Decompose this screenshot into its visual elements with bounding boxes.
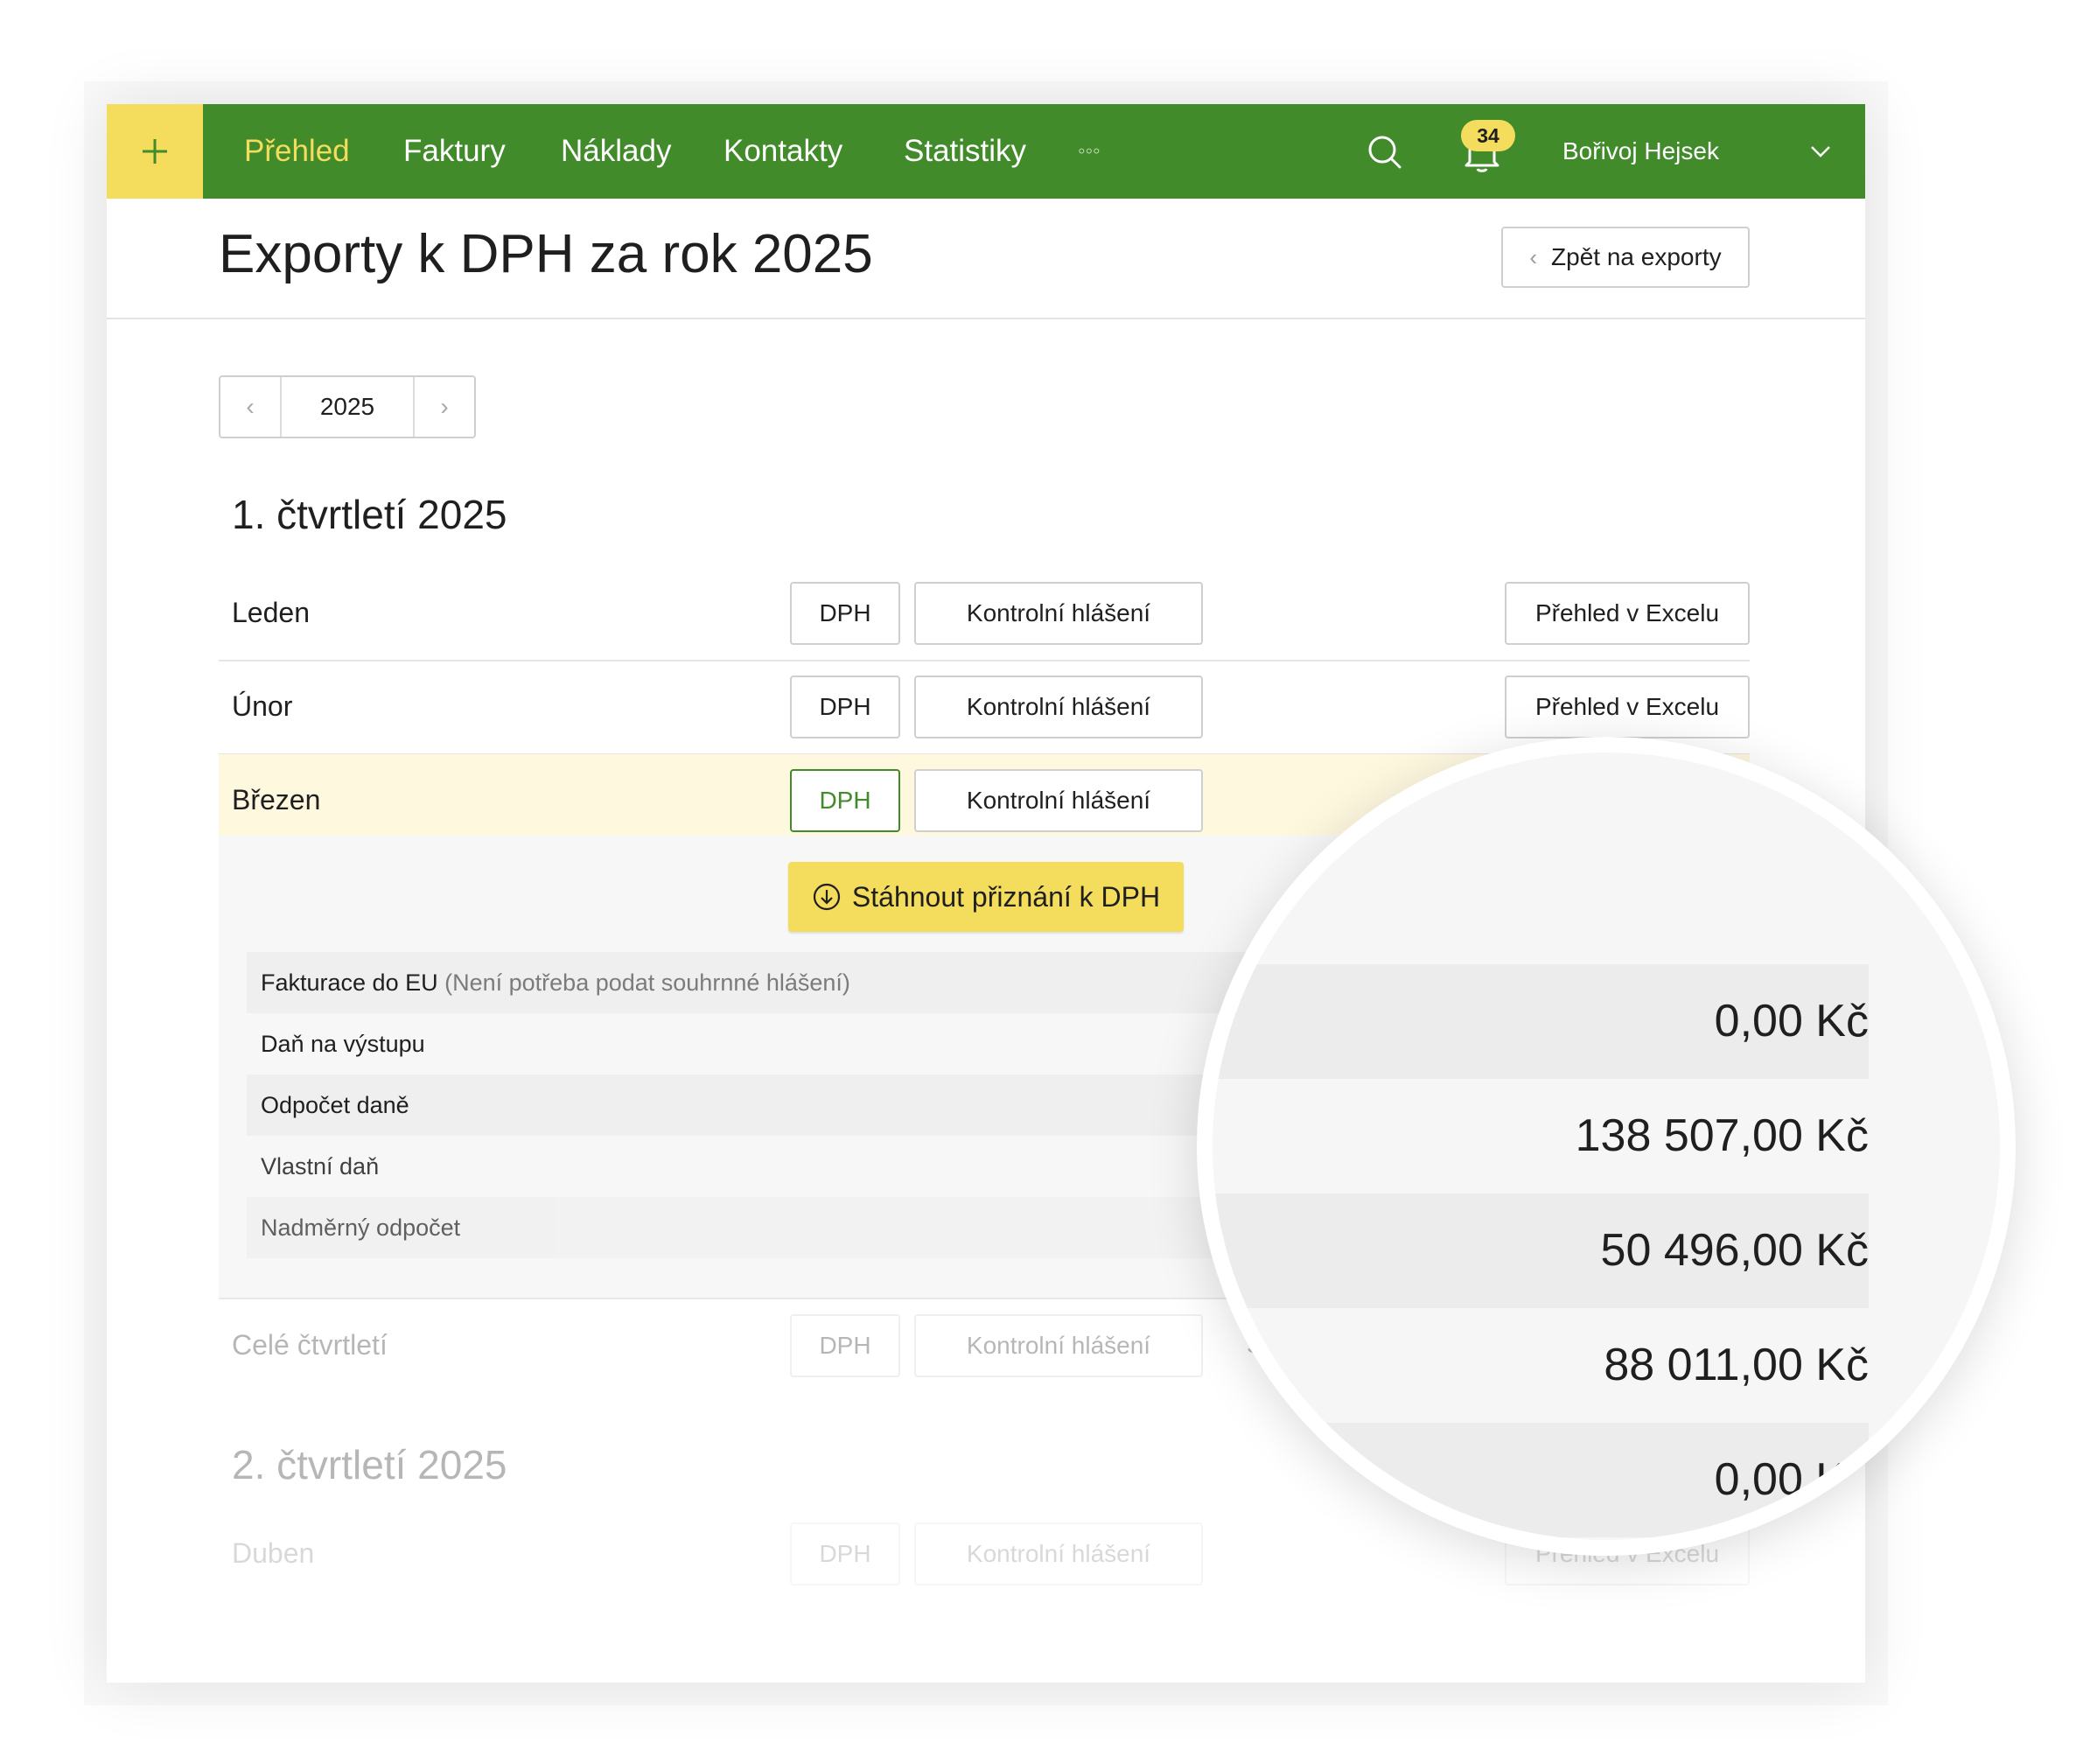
- prev-year-button[interactable]: ‹: [220, 377, 280, 437]
- nav-item-faktury[interactable]: Faktury: [403, 104, 506, 199]
- more-menu-button[interactable]: ◦◦◦: [1078, 104, 1101, 199]
- year-value: 2025: [280, 377, 415, 437]
- plus-icon: [143, 139, 167, 164]
- detail-row-eu: Fakturace do EU (Není potřeba podat souh…: [247, 952, 1253, 1013]
- month-row-leden: Leden DPH Kontrolní hlášení Přehled v Ex…: [219, 567, 1750, 662]
- lens-row: 50 496,00 Kč: [1213, 1194, 1869, 1308]
- detail-row-vlastni-dan: Vlastní daň: [247, 1136, 1253, 1197]
- detail-row-nadmerny-odpocet: Nadměrný odpočet: [247, 1197, 1253, 1258]
- lens-value: 88 011,00 Kč: [1604, 1340, 1869, 1390]
- chevron-right-icon: ›: [440, 393, 449, 420]
- notification-badge: 34: [1461, 120, 1515, 151]
- dph-button[interactable]: DPH: [790, 1522, 900, 1586]
- chevron-left-icon: ‹: [1529, 243, 1538, 270]
- search-icon[interactable]: [1367, 134, 1403, 171]
- eu-label: Fakturace do EU: [261, 970, 438, 996]
- month-label: Březen: [232, 784, 321, 816]
- download-circle-icon: [813, 883, 841, 911]
- lens-value: 0,00 Kč: [1714, 996, 1869, 1046]
- detail-label: Nadměrný odpočet: [261, 1214, 461, 1241]
- dph-button[interactable]: DPH: [790, 676, 900, 738]
- quarter-title: 2. čtvrtletí 2025: [232, 1442, 507, 1488]
- dph-button[interactable]: DPH: [790, 582, 900, 645]
- magnifier-lens: 0,00 Kč 138 507,00 Kč 50 496,00 Kč 88 01…: [1197, 737, 2016, 1556]
- kontrolni-hlaseni-button[interactable]: Kontrolní hlášení: [914, 1522, 1203, 1586]
- top-nav: Přehled Faktury Náklady Kontakty Statist…: [107, 104, 1865, 199]
- download-button-label: Stáhnout přiznání k DPH: [851, 880, 1161, 913]
- page-header: Exporty k DPH za rok 2025 ‹ Zpět na expo…: [107, 199, 1865, 319]
- back-to-exports-button[interactable]: ‹ Zpět na exporty: [1501, 227, 1750, 288]
- detail-label: Odpočet daně: [261, 1092, 409, 1118]
- download-vat-return-button[interactable]: Stáhnout přiznání k DPH: [788, 862, 1184, 932]
- dph-button-active[interactable]: DPH: [790, 769, 900, 832]
- dph-button[interactable]: DPH: [790, 1314, 900, 1377]
- lens-value: 50 496,00 Kč: [1600, 1225, 1869, 1276]
- quarter-title: 1. čtvrtletí 2025: [232, 492, 507, 537]
- kontrolni-hlaseni-button[interactable]: Kontrolní hlášení: [914, 769, 1203, 832]
- kontrolni-hlaseni-button[interactable]: Kontrolní hlášení: [914, 1314, 1203, 1377]
- chevron-left-icon: ‹: [246, 393, 255, 420]
- lens-value: 138 507,00 Kč: [1575, 1110, 1869, 1161]
- lens-row: 88 011,00 Kč: [1213, 1308, 1869, 1423]
- back-button-label: Zpět na exporty: [1551, 243, 1722, 270]
- nav-item-statistiky[interactable]: Statistiky: [904, 104, 1026, 199]
- detail-row-odpocet-dane: Odpočet daně: [247, 1074, 1253, 1136]
- month-label: Celé čtvrtletí: [232, 1329, 388, 1361]
- nav-item-naklady[interactable]: Náklady: [561, 104, 671, 199]
- page-title: Exporty k DPH za rok 2025: [219, 224, 873, 284]
- nav-item-kontakty[interactable]: Kontakty: [723, 104, 842, 199]
- lens-row: 0,00 Kč: [1213, 1423, 1869, 1537]
- month-label: Únor: [232, 690, 293, 722]
- add-button[interactable]: [107, 104, 203, 199]
- year-picker: ‹ 2025 ›: [219, 375, 476, 438]
- lens-value: 0,00 Kč: [1714, 1454, 1869, 1505]
- month-label: Duben: [232, 1537, 315, 1569]
- lens-row: 138 507,00 Kč: [1213, 1079, 1869, 1194]
- detail-row-dan-na-vystupu: Daň na výstupu: [247, 1013, 1253, 1074]
- kontrolni-hlaseni-button[interactable]: Kontrolní hlášení: [914, 676, 1203, 738]
- detail-label: Vlastní daň: [261, 1153, 380, 1180]
- detail-label: Daň na výstupu: [261, 1031, 425, 1057]
- kontrolni-hlaseni-button[interactable]: Kontrolní hlášení: [914, 582, 1203, 645]
- user-menu[interactable]: Bořivoj Hejsek: [1562, 104, 1719, 199]
- month-row-unor: Únor DPH Kontrolní hlášení Přehled v Exc…: [219, 661, 1750, 755]
- nav-item-prehled[interactable]: Přehled: [244, 104, 350, 199]
- excel-overview-button[interactable]: Přehled v Excelu: [1505, 582, 1750, 645]
- lens-row: 0,00 Kč: [1213, 964, 1869, 1079]
- next-year-button[interactable]: ›: [415, 377, 474, 437]
- chevron-down-icon[interactable]: [1809, 143, 1832, 160]
- eu-note: (Není potřeba podat souhrnné hlášení): [444, 970, 850, 996]
- month-label: Leden: [232, 597, 310, 628]
- excel-overview-button[interactable]: Přehled v Excelu: [1505, 676, 1750, 738]
- lens-viewport: 0,00 Kč 138 507,00 Kč 50 496,00 Kč 88 01…: [1213, 752, 1919, 1540]
